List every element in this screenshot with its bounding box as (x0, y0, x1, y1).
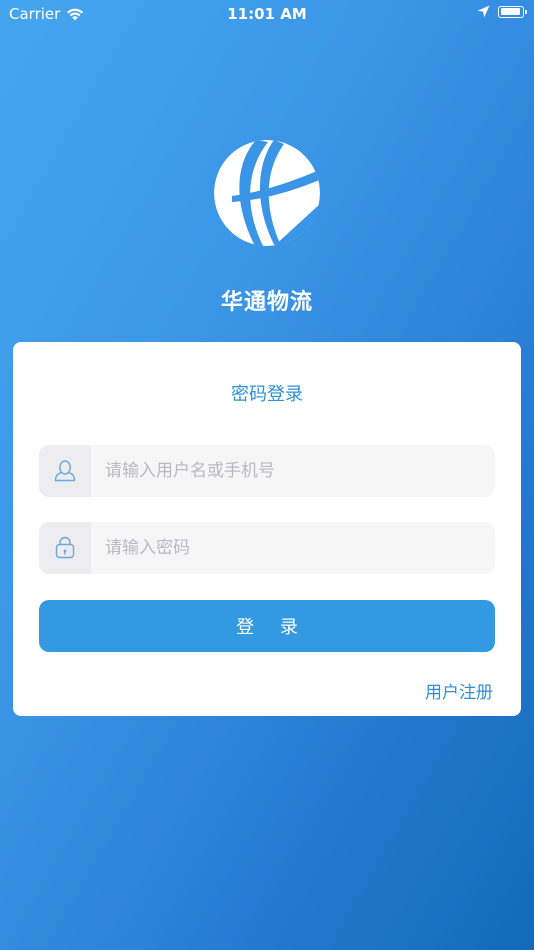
app-logo (214, 140, 320, 246)
battery-level (500, 8, 520, 15)
username-input[interactable] (91, 445, 481, 497)
register-link[interactable]: 用户注册 (425, 678, 493, 703)
status-time: 11:01 AM (227, 5, 307, 23)
status-right (477, 5, 527, 18)
lock-icon (39, 522, 91, 574)
location-arrow-icon (477, 5, 490, 18)
username-field[interactable] (39, 445, 495, 497)
password-field[interactable] (39, 522, 495, 574)
battery-icon (498, 5, 527, 18)
password-input[interactable] (91, 522, 481, 574)
status-bar: Carrier 11:01 AM (0, 0, 534, 28)
login-card: 密码登录 登 录 用户注册 (13, 342, 521, 716)
app-name: 华通物流 (220, 290, 313, 315)
login-button[interactable]: 登 录 (39, 600, 495, 652)
user-icon (39, 445, 91, 497)
login-card-title: 密码登录 (231, 384, 303, 405)
